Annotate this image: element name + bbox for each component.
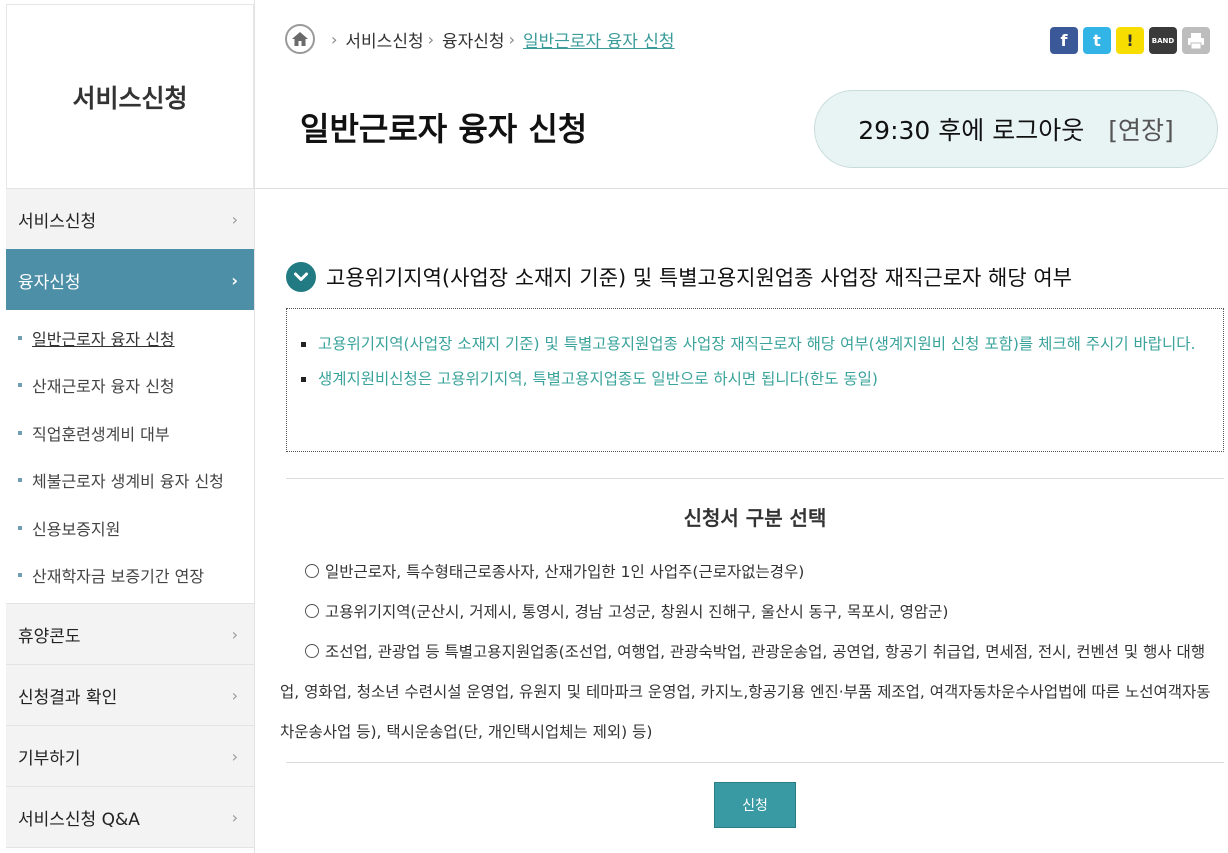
sidebar-item-service-request[interactable]: 서비스신청 ›	[6, 188, 254, 249]
chevron-right-icon: ›	[231, 209, 238, 229]
sidebar-subitem-industrial-accident-loan[interactable]: 산재근로자 융자 신청	[6, 362, 254, 410]
sidebar-title: 서비스신청	[6, 4, 254, 188]
bullet-icon	[301, 342, 306, 347]
extend-session-button[interactable]: [연장]	[1108, 111, 1174, 147]
chevron-right-icon: ›	[231, 807, 238, 827]
bullet-icon	[18, 525, 22, 530]
sidebar-item-loan-request[interactable]: 융자신청 ›	[6, 249, 254, 310]
radio-button[interactable]	[305, 564, 319, 578]
sidebar-subitem-general-worker-loan[interactable]: 일반근로자 융자 신청	[6, 314, 254, 362]
divider	[286, 762, 1224, 763]
form-type-title: 신청서 구분 선택	[683, 506, 827, 530]
breadcrumb: › 서비스신청 › 융자신청 › 일반근로자 융자 신청	[285, 24, 675, 54]
twitter-icon[interactable]: t	[1083, 27, 1111, 54]
bullet-icon	[18, 478, 22, 483]
sidebar-item-resort-condo[interactable]: 휴양콘도 ›	[6, 603, 254, 664]
sidebar-divider	[6, 847, 254, 848]
page-title: 일반근로자 융자 신청	[300, 110, 588, 148]
sidebar: 서비스신청 서비스신청 › 융자신청 › 일반근로자 융자 신청 산재근로자 융…	[0, 0, 255, 853]
option-general-worker[interactable]: 일반근로자, 특수형태근로종사자, 산재가입한 1인 사업주(근로자없는경우)	[305, 552, 1220, 592]
radio-button[interactable]	[305, 644, 319, 658]
facebook-icon[interactable]: f	[1050, 27, 1078, 54]
radio-button[interactable]	[305, 604, 319, 618]
sidebar-item-label: 서비스신청	[18, 211, 97, 232]
logout-timer-text: 29:30 후에 로그아웃	[858, 116, 1085, 145]
notice-box: 고용위기지역(사업장 소재지 기준) 및 특별고용지원업종 사업장 재직근로자 …	[286, 308, 1224, 452]
print-icon[interactable]	[1182, 27, 1210, 54]
sidebar-item-qna[interactable]: 서비스신청 Q&A ›	[6, 786, 254, 847]
chevron-right-icon: ›	[231, 746, 238, 766]
sidebar-item-label: 휴양콘도	[18, 626, 81, 647]
sidebar-item-donate[interactable]: 기부하기 ›	[6, 725, 254, 786]
option-special-support-industry[interactable]: 조선업, 관광업 등 특별고용지원업종(조선업, 여행업, 관광숙박업, 관광운…	[280, 632, 1220, 752]
form-type-options: 일반근로자, 특수형태근로종사자, 산재가입한 1인 사업주(근로자없는경우) …	[280, 552, 1220, 752]
band-icon[interactable]: BAND	[1149, 27, 1177, 54]
sidebar-item-result-check[interactable]: 신청결과 확인 ›	[6, 664, 254, 725]
share-buttons: f t ! BAND	[1050, 27, 1210, 54]
chevron-right-icon: ›	[427, 29, 435, 49]
sidebar-item-label: 융자신청	[18, 272, 81, 293]
bullet-icon	[18, 430, 22, 435]
bullet-icon	[18, 573, 22, 578]
sidebar-subitem-vocational-training-loan[interactable]: 직업훈련생계비 대부	[6, 409, 254, 457]
chevron-right-icon: ›	[231, 624, 238, 644]
sidebar-item-label: 서비스신청 Q&A	[18, 809, 140, 830]
main-content: 고용위기지역(사업장 소재지 기준) 및 특별고용지원업종 사업장 재직근로자 …	[255, 190, 1228, 853]
notice-item: 생계지원비신청은 고용위기지역, 특별고용지업종도 일반으로 하시면 됩니다(한…	[301, 362, 1205, 397]
kakaostory-icon[interactable]: !	[1116, 27, 1144, 54]
breadcrumb-item[interactable]: 융자신청	[442, 27, 505, 52]
home-icon[interactable]	[285, 24, 315, 54]
sidebar-item-label: 신청결과 확인	[18, 687, 118, 708]
divider	[286, 478, 1224, 479]
sidebar-submenu: 일반근로자 융자 신청 산재근로자 융자 신청 직업훈련생계비 대부 체불근로자…	[6, 310, 254, 603]
bullet-icon	[18, 335, 22, 340]
section-heading: 고용위기지역(사업장 소재지 기준) 및 특별고용지원업종 사업장 재직근로자 …	[286, 262, 1072, 292]
chevron-down-icon	[286, 262, 316, 292]
submit-button[interactable]: 신청	[714, 782, 796, 828]
breadcrumb-item[interactable]: 서비스신청	[345, 27, 423, 52]
chevron-right-icon: ›	[508, 29, 515, 49]
sidebar-subitem-credit-guarantee[interactable]: 신용보증지원	[6, 504, 254, 552]
bullet-icon	[301, 377, 306, 382]
breadcrumb-current[interactable]: 일반근로자 융자 신청	[523, 27, 675, 52]
sidebar-subitem-scholarship-extension[interactable]: 산재학자금 보증기간 연장	[6, 552, 254, 600]
sidebar-item-label: 기부하기	[18, 748, 81, 769]
option-employment-crisis-region[interactable]: 고용위기지역(군산시, 거제시, 통영시, 경남 고성군, 창원시 진해구, 울…	[305, 592, 1220, 632]
logout-timer: 29:30 후에 로그아웃 [연장]	[814, 90, 1218, 168]
sidebar-menu: 서비스신청 › 융자신청 › 일반근로자 융자 신청 산재근로자 융자 신청 직…	[6, 188, 254, 848]
chevron-right-icon: ›	[331, 29, 338, 49]
page-header: › 서비스신청 › 융자신청 › 일반근로자 융자 신청 f t ! BAND …	[255, 0, 1228, 189]
chevron-right-icon: ›	[231, 685, 238, 705]
chevron-right-icon: ›	[231, 270, 238, 290]
notice-item: 고용위기지역(사업장 소재지 기준) 및 특별고용지원업종 사업장 재직근로자 …	[301, 327, 1205, 362]
bullet-icon	[18, 383, 22, 388]
sidebar-subitem-unpaid-worker-loan[interactable]: 체불근로자 생계비 융자 신청	[6, 457, 254, 505]
